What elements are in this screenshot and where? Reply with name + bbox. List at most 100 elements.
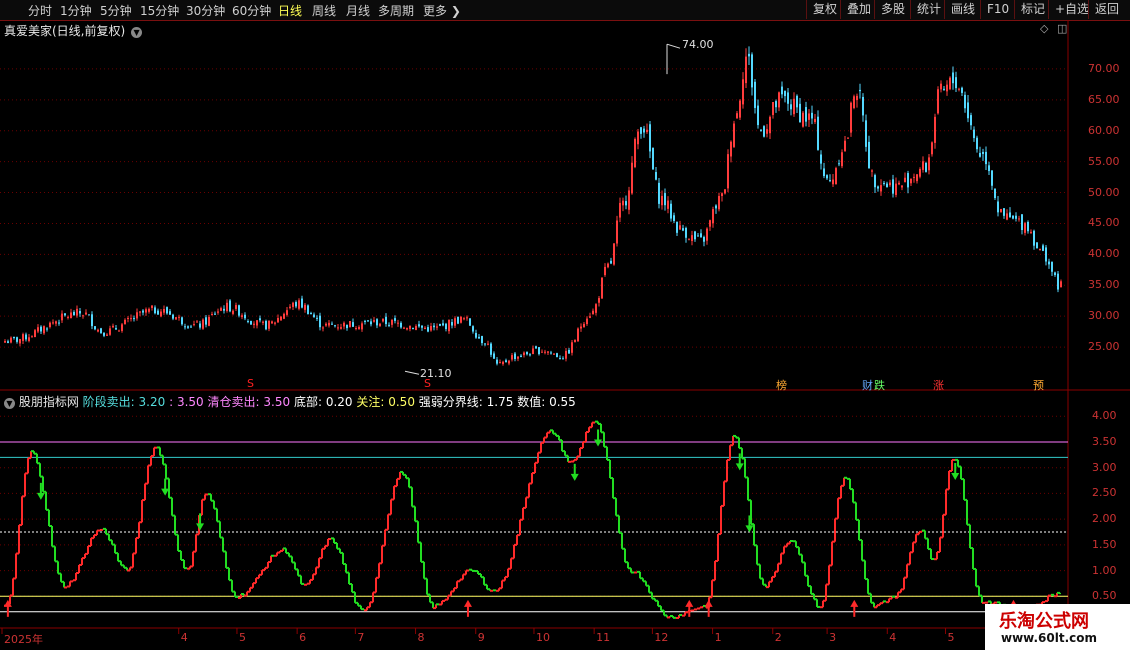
period-tab-more[interactable]: 更多 ❯ [423,2,461,19]
candle-body [163,308,165,313]
back-button[interactable]: 返回 [1088,0,1125,19]
param-bottom: 底部: 0.20 [293,395,353,409]
sell-arrow-head [594,439,603,447]
candle-body [997,201,999,213]
candle-body [64,313,66,316]
candle-body [595,304,597,313]
candle-body [976,137,978,150]
candle-body [973,129,975,139]
candle-body [556,353,558,358]
candle-body [991,170,993,186]
period-tab-daily[interactable]: 日线 [278,2,302,19]
candle-body [1039,248,1041,251]
candle-body [841,152,843,167]
drop-marker[interactable]: 跌 [874,377,885,393]
candle-body [352,322,354,327]
candle-body [241,315,243,318]
f10-button[interactable]: F10 [980,0,1015,19]
indicator-name[interactable]: 股朋指标网 [19,395,79,409]
panel-toggle-icon[interactable]: ◫ [1057,22,1067,35]
candle-body [724,189,726,194]
mark-button[interactable]: 标记 [1014,0,1051,19]
period-tab-multi[interactable]: 多周期 [378,2,414,19]
candle-body [1042,245,1044,251]
kline-chart[interactable] [0,20,1130,650]
candle-body [553,353,555,355]
sell-arrow-head [570,473,579,481]
candle-body [415,326,417,330]
candle-body [316,317,318,319]
candle-body [253,323,255,325]
indicator-tick: 0.50 [1092,589,1117,603]
period-tab-timeshare[interactable]: 分时 [28,2,52,19]
candle-body [730,141,732,157]
forecast-marker[interactable]: 预 [1033,377,1044,393]
sell-arrow-head [36,492,45,500]
chevron-right-icon: ❯ [450,4,461,18]
overlay-button[interactable]: 叠加 [840,0,877,19]
candle-body [949,77,951,90]
candle-body [421,325,423,328]
diamond-icon[interactable]: ◇ [1040,22,1048,35]
restore-rights-button[interactable]: 复权 [806,0,843,19]
candle-body [748,53,750,57]
candle-body [538,347,540,355]
price-tick: 55.00 [1088,154,1120,168]
statistics-button[interactable]: 统计 [910,0,947,19]
multi-stock-button[interactable]: 多股 [874,0,911,19]
sell-arrow-head [196,523,205,531]
candle-body [673,215,675,222]
candle-body [499,362,501,364]
candle-body [169,311,171,315]
candle-body [691,235,693,242]
sell-signal-marker[interactable]: S [424,377,431,390]
candle-body [826,175,828,179]
period-tab-30min[interactable]: 30分钟 [186,2,225,19]
candle-body [346,324,348,329]
draw-line-button[interactable]: 画线 [944,0,981,19]
candle-body [736,113,738,119]
indicator-menu-icon[interactable]: ▼ [4,398,15,409]
candle-body [373,320,375,322]
candle-body [424,327,426,330]
candle-body [61,313,63,321]
candle-body [343,322,345,327]
candle-body [682,228,684,231]
candle-body [952,72,954,84]
candle-body [604,266,606,276]
candle-body [889,182,891,186]
date-tick: 10 [535,631,550,644]
candle-body [145,309,147,313]
candle-body [529,354,531,356]
period-tab-1min[interactable]: 1分钟 [60,2,92,19]
candle-body [139,311,141,313]
candle-body [580,326,582,329]
candle-body [310,313,312,315]
candle-body [670,203,672,219]
candle-body [280,316,282,321]
period-tab-5min[interactable]: 5分钟 [100,2,132,19]
indicator-tick: 2.00 [1092,512,1117,526]
indicator-tick: 1.00 [1092,563,1117,577]
candle-body [877,186,879,189]
candle-body [541,351,543,353]
period-tab-60min[interactable]: 60分钟 [232,2,271,19]
candle-body [22,334,24,341]
candle-body [235,305,237,309]
finance-marker[interactable]: 财 [862,377,873,393]
rise-marker[interactable]: 涨 [933,377,944,393]
candle-body [820,154,822,164]
low-pointer [404,370,420,375]
sell-signal-marker[interactable]: S [247,377,254,390]
period-tab-weekly[interactable]: 周线 [312,2,336,19]
candle-body [187,326,189,328]
chevron-down-icon[interactable]: ▼ [131,27,143,38]
candle-body [367,320,369,322]
period-tab-15min[interactable]: 15分钟 [140,2,179,19]
buy-arrow-head [463,599,472,607]
period-tab-monthly[interactable]: 月线 [346,2,370,19]
candle-body [286,310,288,315]
candle-body [859,89,861,92]
ranking-marker[interactable]: 榜 [776,377,787,393]
candle-body [688,239,690,241]
